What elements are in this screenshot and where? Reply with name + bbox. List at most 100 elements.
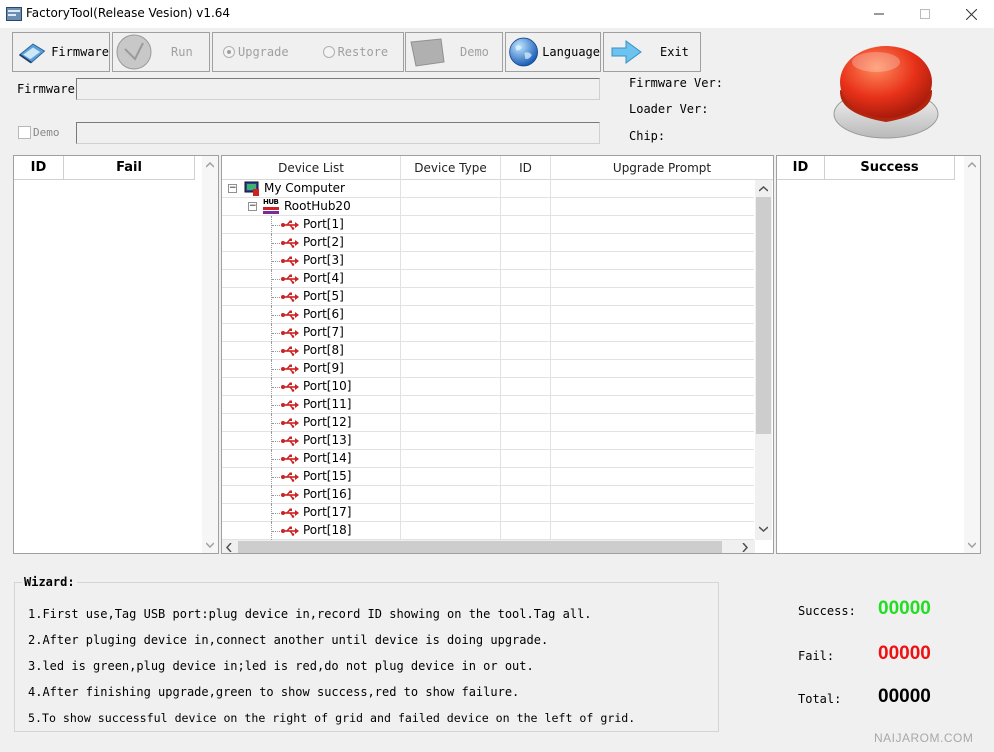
tree-connector xyxy=(272,225,280,226)
mode-group: Upgrade Restore xyxy=(212,32,404,72)
col-id[interactable]: ID xyxy=(501,156,551,180)
restore-radio[interactable]: Restore xyxy=(322,45,388,59)
device-grid-hscroll[interactable] xyxy=(222,540,755,553)
tree-connector xyxy=(272,423,280,424)
col-device-list[interactable]: Device List xyxy=(222,156,401,180)
fail-scrollbar[interactable] xyxy=(202,156,218,553)
port-label: Port[1] xyxy=(303,217,344,231)
usb-port-icon xyxy=(281,292,299,302)
tree-row-port[interactable]: Port[5] xyxy=(222,288,754,306)
port-label: Port[2] xyxy=(303,235,344,249)
usb-port-icon xyxy=(281,454,299,464)
scroll-left-icon xyxy=(226,543,232,552)
tree-connector xyxy=(272,333,280,334)
scroll-up-icon xyxy=(759,186,768,192)
port-label: Port[8] xyxy=(303,343,344,357)
tree-connector xyxy=(272,477,280,478)
scroll-right-icon xyxy=(742,543,748,552)
tree-row-port[interactable]: Port[4] xyxy=(222,270,754,288)
tree-connector xyxy=(272,351,280,352)
tree-row-port[interactable]: Port[17] xyxy=(222,504,754,522)
success-header[interactable]: Success xyxy=(825,156,955,180)
language-button[interactable]: Language xyxy=(505,32,601,72)
tree-row-port[interactable]: Port[1] xyxy=(222,216,754,234)
wizard-step-5: 5.To show successful device on the right… xyxy=(28,711,636,725)
tree-row-port[interactable]: Port[6] xyxy=(222,306,754,324)
close-button[interactable] xyxy=(948,0,994,28)
success-id-header[interactable]: ID xyxy=(777,156,825,180)
run-label: Run xyxy=(171,45,193,59)
minimize-button[interactable] xyxy=(856,0,902,28)
close-icon xyxy=(965,8,977,20)
fail-header[interactable]: Fail xyxy=(64,156,195,180)
firmware-chip-icon xyxy=(18,43,46,64)
tree-row-port[interactable]: Port[10] xyxy=(222,378,754,396)
total-count-label: Total: xyxy=(798,692,842,706)
demo-button[interactable]: Demo xyxy=(405,32,503,72)
tree-row-port[interactable]: Port[16] xyxy=(222,486,754,504)
computer-icon xyxy=(244,181,259,196)
demo-checkbox[interactable] xyxy=(18,126,31,139)
tree-row-hub[interactable]: − HUB RootHub20 xyxy=(222,198,754,216)
tree-row-port[interactable]: Port[15] xyxy=(222,468,754,486)
tree-row-port[interactable]: Port[11] xyxy=(222,396,754,414)
tree-row-port[interactable]: Port[3] xyxy=(222,252,754,270)
vscroll-thumb[interactable] xyxy=(756,197,771,434)
hscroll-thumb[interactable] xyxy=(238,541,722,553)
demo-path-field[interactable] xyxy=(76,122,600,144)
globe-icon xyxy=(509,37,538,67)
fail-list-panel[interactable]: ID Fail xyxy=(13,155,219,554)
tree-connector xyxy=(272,495,280,496)
usb-port-icon xyxy=(281,472,299,482)
tree-connector xyxy=(272,387,280,388)
firmware-field-label: Firmware xyxy=(17,82,75,96)
success-list-panel[interactable]: ID Success xyxy=(776,155,981,554)
tree-connector xyxy=(272,405,280,406)
fail-count-value: 00000 xyxy=(878,643,931,664)
usb-port-icon xyxy=(281,526,299,536)
success-scrollbar[interactable] xyxy=(964,156,980,553)
tree-row-port[interactable]: Port[2] xyxy=(222,234,754,252)
tree-row-port[interactable]: Port[9] xyxy=(222,360,754,378)
device-grid[interactable]: Device List Device Type ID Upgrade Promp… xyxy=(221,155,774,554)
tree-row-port[interactable]: Port[14] xyxy=(222,450,754,468)
port-label: Port[9] xyxy=(303,361,344,375)
col-upgrade-prompt[interactable]: Upgrade Prompt xyxy=(551,156,773,180)
maximize-button[interactable] xyxy=(902,0,948,28)
app-icon xyxy=(6,7,22,21)
tree-hub-label: RootHub20 xyxy=(284,199,351,213)
collapse-icon[interactable]: − xyxy=(248,202,257,211)
chip-label: Chip: xyxy=(629,129,666,143)
run-icon xyxy=(116,34,152,70)
tree-row-port[interactable]: Port[12] xyxy=(222,414,754,432)
upgrade-radio[interactable]: Upgrade xyxy=(223,45,289,59)
port-label: Port[10] xyxy=(303,379,352,393)
window-title: FactoryTool(Release Vesion) v1.64 xyxy=(26,6,231,20)
firmware-button[interactable]: Firmware xyxy=(12,32,110,72)
demo-checkbox-label: Demo xyxy=(33,126,60,139)
exit-button[interactable]: Exit xyxy=(603,32,701,72)
collapse-icon[interactable]: − xyxy=(228,184,237,193)
fail-id-header[interactable]: ID xyxy=(14,156,64,180)
wizard-step-3: 3.led is green,plug device in;led is red… xyxy=(28,659,534,673)
tree-row-port[interactable]: Port[18] xyxy=(222,522,754,540)
wizard-groupbox xyxy=(14,582,719,732)
firmware-path-field[interactable] xyxy=(76,78,600,100)
tree-row-port[interactable]: Port[13] xyxy=(222,432,754,450)
tree-row-root[interactable]: − My Computer xyxy=(222,180,754,198)
radio-selected-icon xyxy=(223,46,235,58)
tree-connector xyxy=(272,441,280,442)
run-button[interactable]: Run xyxy=(112,32,210,72)
success-count-value: 00000 xyxy=(878,598,931,619)
device-tree: − My Computer − HUB RootHub20 Port[1] Por… xyxy=(222,180,754,540)
demo-label: Demo xyxy=(460,45,489,59)
col-device-type[interactable]: Device Type xyxy=(401,156,501,180)
tree-row-port[interactable]: Port[7] xyxy=(222,324,754,342)
device-grid-vscroll[interactable] xyxy=(755,180,772,540)
usb-port-icon xyxy=(281,364,299,374)
tree-connector xyxy=(272,243,280,244)
tree-row-port[interactable]: Port[8] xyxy=(222,342,754,360)
usb-port-icon xyxy=(281,346,299,356)
tree-connector xyxy=(272,261,280,262)
status-led-icon xyxy=(833,46,939,139)
